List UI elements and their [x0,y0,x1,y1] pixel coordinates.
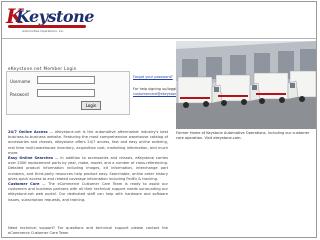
paragraph-customer-care: Customer Care — The eCommerce Customer C… [8,182,168,203]
password-field[interactable] [37,89,95,97]
keystone-logo[interactable]: Keystone [16,8,94,26]
site-header: K Keystone Automotive Operations, Inc. [6,4,116,34]
forgot-password-link[interactable]: Forgot your password? [133,75,173,79]
username-field[interactable] [37,76,95,84]
login-form: Username Password Login [6,71,130,115]
paragraph-heading: Easy Online Searches [8,156,53,160]
username-label: Username [10,79,31,84]
logo-tagline: Automotive Operations, Inc. [22,29,65,33]
photo-caption: Former Home of Keystone Automotive Opera… [176,131,310,140]
paragraph-body: Need technical support? For questions an… [8,226,168,236]
password-label: Password [10,92,29,97]
paragraph-heading: 24/7 Online Access [8,130,48,134]
logo-swoosh-icon [8,25,86,28]
paragraph-online-searches: Easy Online Searches — In addition to ac… [8,156,168,182]
header-divider [2,38,316,39]
paragraph-technical-support: Need technical support? For questions an… [8,226,168,236]
warehouse-trucks-photo [176,41,316,129]
photo-illustration [176,41,316,129]
paragraph-online-access: 24/7 Online Access — eKeystone.net is th… [8,130,168,156]
paragraph-heading: Customer Care [8,182,40,186]
login-button[interactable]: Login [81,101,101,110]
